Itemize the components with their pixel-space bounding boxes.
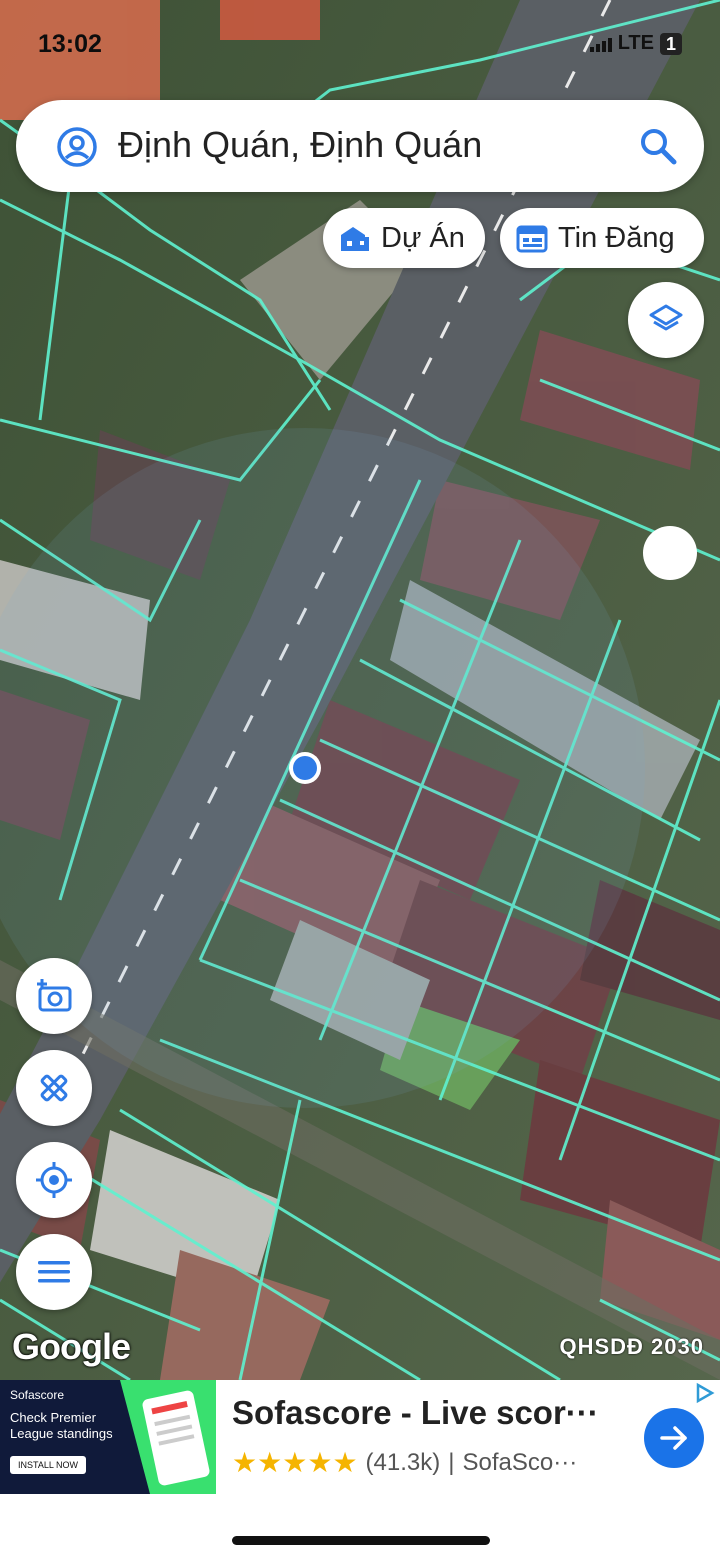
my-location-icon xyxy=(34,1160,74,1200)
network-type: LTE xyxy=(617,32,654,54)
account-icon[interactable] xyxy=(56,126,98,173)
battery-indicator: 1 xyxy=(659,32,682,55)
search-bar[interactable]: Định Quán, Định Quán xyxy=(16,100,704,192)
menu-button[interactable] xyxy=(16,1234,92,1310)
layers-icon xyxy=(648,302,684,338)
ad-thumb-brand: Sofascore xyxy=(10,1388,65,1402)
layers-button[interactable] xyxy=(628,282,704,358)
measure-button[interactable] xyxy=(16,1050,92,1126)
camera-icon xyxy=(34,978,74,1014)
rating-stars-icon: ★★★★★ xyxy=(232,1447,358,1478)
ad-thumb-text: Check Premier League standings xyxy=(10,1410,113,1441)
google-attribution: Google xyxy=(12,1326,131,1367)
listings-chip-label: Tin Đăng xyxy=(558,221,675,254)
ad-banner[interactable]: Sofascore Check Premier League standings… xyxy=(0,1380,720,1494)
calendar-icon xyxy=(516,223,548,253)
ad-title[interactable]: Sofascore - Live scor··· xyxy=(232,1394,599,1432)
buildings-icon xyxy=(339,223,371,253)
menu-icon xyxy=(37,1259,71,1285)
satellite-map[interactable] xyxy=(0,0,720,1380)
search-icon[interactable] xyxy=(638,126,678,171)
home-bar-area xyxy=(0,1494,720,1559)
map-layer-name: QHSDĐ 2030 xyxy=(559,1334,704,1359)
home-indicator[interactable] xyxy=(232,1536,490,1545)
status-bar: 13:02 LTE 1 xyxy=(0,28,720,68)
my-location-button[interactable] xyxy=(16,1142,92,1218)
search-location-text[interactable]: Định Quán, Định Quán xyxy=(118,124,482,166)
projects-chip[interactable]: Dự Án xyxy=(323,208,485,268)
ruler-pencil-icon xyxy=(36,1070,72,1106)
arrow-right-icon xyxy=(659,1425,689,1451)
projects-chip-label: Dự Án xyxy=(381,221,465,254)
status-time: 13:02 xyxy=(38,30,102,58)
ad-developer: SofaSco··· xyxy=(462,1448,578,1476)
ad-meta: ★★★★★ (41.3k) | SofaSco··· xyxy=(232,1446,577,1479)
ad-thumb-install-button[interactable]: INSTALL NOW xyxy=(10,1456,87,1474)
ad-open-button[interactable] xyxy=(644,1408,704,1468)
map-canvas xyxy=(0,0,720,1380)
listings-chip[interactable]: Tin Đăng xyxy=(500,208,704,268)
adchoices-icon[interactable] xyxy=(694,1382,716,1409)
status-right: LTE 1 xyxy=(589,32,682,55)
ad-separator: | xyxy=(448,1448,455,1476)
camera-button[interactable] xyxy=(16,958,92,1034)
ad-thumbnail[interactable]: Sofascore Check Premier League standings… xyxy=(0,1380,216,1494)
ad-rating-count: (41.3k) xyxy=(365,1448,441,1476)
signal-icon xyxy=(589,36,612,52)
